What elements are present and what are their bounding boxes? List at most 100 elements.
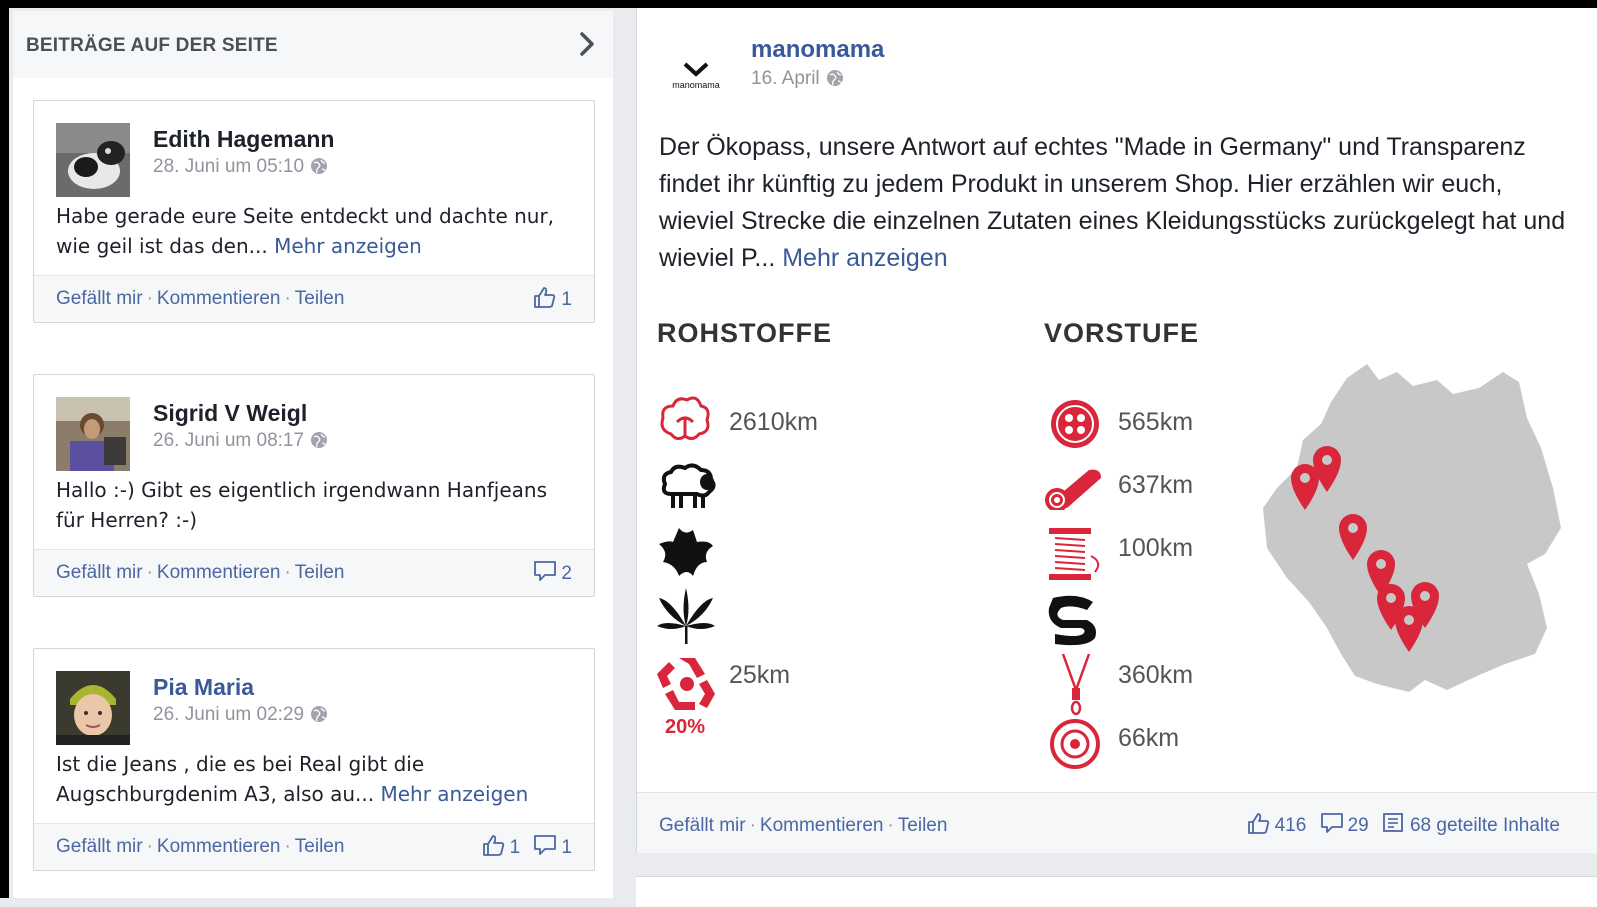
post-author-name[interactable]: Edith Hagemann [153, 126, 334, 153]
post-text-block: Ist die Jeans , die es bei Real gibt die… [34, 749, 594, 823]
globe-icon [310, 157, 328, 175]
separator: · [146, 288, 153, 309]
show-more-link[interactable]: Mehr anzeigen [274, 234, 422, 258]
share-link[interactable]: Teilen [898, 815, 948, 836]
page-posts-title: BEITRÄGE AUF DER SEITE [26, 35, 278, 56]
distance-value: 100km [1118, 534, 1194, 562]
ribbon-icon [1047, 592, 1101, 653]
share-link[interactable]: Teilen [295, 836, 345, 857]
comment-count[interactable]: 2 [533, 560, 572, 588]
page-posts-panel: BEITRÄGE AUF DER SEITE Edith Hagemann 28… [10, 8, 615, 898]
post-footer: Gefällt mir · Kommentieren · Teilen 1 1 [34, 823, 594, 870]
button-icon [1049, 398, 1101, 455]
avatar[interactable] [56, 671, 130, 745]
distance-value: 2610km [729, 408, 818, 436]
thumbs-up-icon [1247, 812, 1275, 840]
post-footer: Gefällt mir · Kommentieren · Teilen 416 29 6… [637, 792, 1597, 853]
share-link[interactable]: Teilen [295, 562, 345, 583]
leather-icon [657, 526, 715, 585]
like-count-value: 1 [561, 289, 572, 310]
comment-link[interactable]: Kommentieren [157, 836, 281, 857]
post-meta: 28. Juni um 05:10 [153, 156, 328, 178]
chevron-right-icon[interactable] [577, 31, 597, 57]
post-date[interactable]: 26. Juni um 08:17 [153, 430, 304, 451]
post-text: Hallo :-) Gibt es eigentlich irgendwann … [56, 478, 548, 532]
comment-link[interactable]: Kommentieren [157, 562, 281, 583]
visitor-post-card: Pia Maria 26. Juni um 02:29 Ist die Jean… [33, 648, 595, 871]
like-link[interactable]: Gefällt mir [56, 288, 143, 309]
like-count[interactable]: 416 [1247, 812, 1307, 840]
separator: · [749, 815, 756, 836]
hemp-leaf-icon [655, 586, 717, 651]
next-post-edge [636, 876, 1597, 907]
comment-count[interactable]: 29 [1320, 812, 1369, 840]
sheep-icon [655, 460, 719, 517]
rivet-icon [1049, 718, 1101, 775]
shared-content-icon [1382, 812, 1410, 840]
post-author-name[interactable]: Pia Maria [153, 674, 254, 701]
post-date[interactable]: 26. Juni um 02:29 [153, 704, 304, 725]
post-author-name[interactable]: Sigrid V Weigl [153, 400, 307, 427]
like-count-value: 416 [1274, 815, 1307, 836]
avatar[interactable] [56, 397, 130, 471]
like-link[interactable]: Gefällt mir [56, 836, 143, 857]
rohstoffe-heading: ROHSTOFFE [657, 318, 833, 348]
comment-count-value: 1 [561, 837, 572, 858]
post-date[interactable]: 16. April [751, 68, 820, 89]
zipper-icon [1061, 652, 1091, 721]
oekopass-infographic[interactable]: ROHSTOFFE VORSTUFE 2610km 20% 25km 565km… [637, 298, 1597, 788]
post-text-block: Hallo :-) Gibt es eigentlich irgendwann … [34, 475, 594, 549]
post-footer: Gefällt mir · Kommentieren · Teilen 1 [34, 275, 594, 322]
comment-count-value: 29 [1347, 815, 1369, 836]
manomama-logo[interactable]: manomama [663, 58, 729, 98]
like-count-value: 1 [509, 837, 521, 858]
fabric-roll-icon [1041, 464, 1105, 515]
germany-map [1257, 358, 1567, 703]
post-author-name[interactable]: manomama [751, 36, 884, 64]
post-meta: 16. April [751, 68, 844, 90]
thumbs-up-icon [482, 834, 510, 862]
page-post: manomama manomama 16. April Der Ökopass,… [636, 8, 1597, 853]
post-text-block: Habe gerade eure Seite entdeckt und dach… [34, 201, 594, 275]
comment-bubble-icon [533, 560, 561, 588]
recycled-percentage: 20% [665, 716, 706, 738]
separator: · [146, 836, 153, 857]
distance-value: 565km [1118, 408, 1194, 436]
visitor-post-card: Edith Hagemann 28. Juni um 05:10 Habe ge… [33, 100, 595, 323]
post-text-block: Der Ökopass, unsere Antwort auf echtes "… [659, 129, 1579, 277]
post-date[interactable]: 28. Juni um 05:10 [153, 156, 304, 177]
comment-link[interactable]: Kommentieren [760, 815, 884, 836]
share-count-value: 68 geteilte Inhalte [1409, 815, 1560, 836]
page-posts-header[interactable]: BEITRÄGE AUF DER SEITE [13, 11, 613, 79]
separator: · [887, 815, 894, 836]
comment-bubble-icon [533, 834, 561, 862]
thumbs-up-icon [533, 286, 561, 314]
screen-border-left [0, 0, 9, 898]
like-link[interactable]: Gefällt mir [659, 815, 746, 836]
screen-border-top [0, 0, 1597, 8]
separator: · [284, 836, 291, 857]
separator: · [146, 562, 153, 583]
timeline-column: manomama manomama 16. April Der Ökopass,… [636, 8, 1597, 907]
recycling-icon [655, 654, 719, 719]
comment-bubble-icon [1320, 812, 1348, 840]
like-count[interactable]: 1 [482, 834, 521, 862]
avatar[interactable] [56, 123, 130, 197]
comment-count-value: 2 [561, 563, 572, 584]
page-posts-list: Edith Hagemann 28. Juni um 05:10 Habe ge… [13, 78, 613, 898]
show-more-link[interactable]: Mehr anzeigen [782, 244, 947, 272]
visitor-post-card: Sigrid V Weigl 26. Juni um 08:17 Hallo :… [33, 374, 595, 597]
comment-count[interactable]: 1 [533, 834, 572, 862]
show-more-link[interactable]: Mehr anzeigen [380, 782, 528, 806]
globe-icon [826, 69, 844, 87]
vorstufe-heading: VORSTUFE [1044, 318, 1200, 348]
comment-link[interactable]: Kommentieren [157, 288, 281, 309]
share-count[interactable]: 68 geteilte Inhalte [1382, 812, 1560, 840]
separator: · [284, 562, 291, 583]
like-link[interactable]: Gefällt mir [56, 562, 143, 583]
post-meta: 26. Juni um 08:17 [153, 430, 328, 452]
like-count[interactable]: 1 [533, 286, 572, 314]
share-link[interactable]: Teilen [295, 288, 345, 309]
globe-icon [310, 431, 328, 449]
distance-value: 637km [1118, 471, 1194, 499]
